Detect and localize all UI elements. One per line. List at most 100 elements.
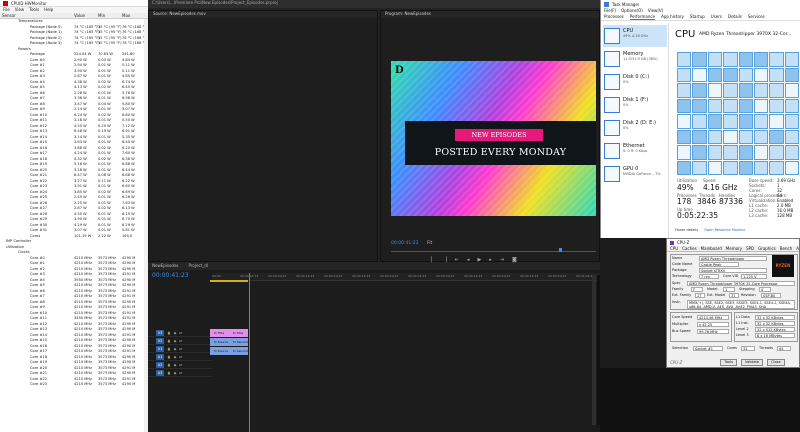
tm-resource-item[interactable]: Memory 11.5/31.9 GB (36%) xyxy=(603,48,667,70)
logical-processor-graph xyxy=(723,52,738,67)
program-playhead[interactable] xyxy=(559,248,562,252)
program-timecode[interactable]: 00:00:41:23 xyxy=(391,241,418,246)
mute-icon[interactable]: M xyxy=(179,363,182,367)
lock-icon[interactable]: 🔒 xyxy=(167,331,171,335)
tm-resource-item[interactable]: GPU 0 NVIDIA GeForce... 7% xyxy=(603,163,667,185)
lock-icon[interactable]: 🔒 xyxy=(167,347,171,351)
l1d-label: L1 Data xyxy=(736,315,750,319)
busspeed-field: 99.76 MHz xyxy=(697,329,729,334)
logical-processor-grid[interactable] xyxy=(677,52,799,175)
resource-monitor-link[interactable]: Open Resource Monitor xyxy=(704,228,745,238)
timeline-ruler[interactable]: 00:0000:00:04:2300:00:09:2300:00:14:2300… xyxy=(212,273,600,281)
timeline-timecode[interactable]: 00:00:41:23 xyxy=(152,272,189,279)
fewer-details-link[interactable]: Fewer details xyxy=(675,228,698,238)
tm-tab[interactable]: App history xyxy=(661,14,684,20)
l3c-label: Level 3 xyxy=(736,333,749,337)
cpuz-tab[interactable]: SPD xyxy=(746,246,754,251)
track-id[interactable]: A3 xyxy=(156,369,164,376)
tm-resource-item[interactable]: Ethernet S: 0 R: 0 Kbps xyxy=(603,140,667,162)
mute-icon[interactable]: M xyxy=(179,339,182,343)
cpuz-tab[interactable]: Caches xyxy=(682,246,697,251)
program-scrub-bar[interactable] xyxy=(391,251,596,252)
eye-icon[interactable]: ◉ xyxy=(174,363,177,367)
tm-resource-item[interactable]: CPU 49% 4.16 GHz xyxy=(603,25,667,47)
tm-tab[interactable]: Performance xyxy=(629,14,656,20)
track-id[interactable]: V1 xyxy=(156,345,164,352)
logical-processor-graph xyxy=(692,114,707,129)
track-header[interactable]: A2 🔒 ◉ M xyxy=(148,361,212,369)
tm-tab[interactable]: Services xyxy=(748,14,765,20)
eye-icon[interactable]: ◉ xyxy=(174,355,177,359)
track-header[interactable]: V1 🔒 ◉ M xyxy=(148,345,212,353)
col-min[interactable]: Min xyxy=(98,13,122,18)
lock-icon[interactable]: 🔒 xyxy=(167,363,171,367)
timeline-clip[interactable]: fx Second Title xyxy=(229,347,248,355)
cpuz-tab[interactable]: Memory xyxy=(726,246,742,251)
cpuz-titlebar[interactable]: CPU-Z xyxy=(667,239,799,246)
eye-icon[interactable]: ◉ xyxy=(174,371,177,375)
timeline-tab-0[interactable]: NewEpisodes xyxy=(152,263,179,270)
lock-icon[interactable]: 🔒 xyxy=(167,339,171,343)
cpuz-tab[interactable]: Graphics xyxy=(758,246,776,251)
tm-resource-item[interactable]: Disk 1 (F:) 0% xyxy=(603,94,667,116)
tm-titlebar[interactable]: Task Manager xyxy=(601,0,800,8)
timeline-clip[interactable]: fx Source Title xyxy=(210,347,229,355)
work-area-bar[interactable] xyxy=(210,280,248,282)
logical-processor-graph xyxy=(692,160,707,175)
mute-icon[interactable]: M xyxy=(179,347,182,351)
track-id[interactable]: A1 xyxy=(156,353,164,360)
selection-select[interactable]: Socket #1 xyxy=(693,346,723,351)
eye-icon[interactable]: ◉ xyxy=(174,339,177,343)
video-headline: POSTED EVERY MONDAY xyxy=(434,147,567,158)
track-header[interactable]: V3 🔒 ◉ M xyxy=(148,329,212,337)
track-id[interactable]: V2 xyxy=(156,337,164,344)
cpuz-tab[interactable]: Mainboard xyxy=(701,246,722,251)
cpuz-tab[interactable]: About xyxy=(796,246,799,251)
track-id[interactable]: A2 xyxy=(156,361,164,368)
eye-icon[interactable]: ◉ xyxy=(174,347,177,351)
timeline-clip[interactable]: fx Source Title xyxy=(210,338,229,346)
timeline-playhead[interactable] xyxy=(249,273,250,432)
timeline-clip[interactable]: fx Second Title xyxy=(229,338,248,346)
tm-tab[interactable]: Users xyxy=(711,14,722,20)
logical-processor-graph xyxy=(707,98,723,113)
validate-button[interactable]: Validate xyxy=(740,358,764,366)
timeline-tab-1[interactable]: Project_dl xyxy=(189,263,208,270)
tools-button[interactable]: Tools xyxy=(720,358,737,366)
zoom-fit-select[interactable]: Fit xyxy=(427,241,432,246)
tm-resource-item[interactable]: Disk 0 (C:) 0% xyxy=(603,71,667,93)
logical-processor-graph xyxy=(692,83,707,98)
cpuz-tab[interactable]: CPU xyxy=(670,246,678,251)
cpuz-tab[interactable]: Bench xyxy=(780,246,792,251)
track-id[interactable]: V3 xyxy=(156,329,164,336)
mute-icon[interactable]: M xyxy=(179,355,182,359)
tm-tab[interactable]: Processes xyxy=(604,14,624,20)
logical-processor-graph xyxy=(753,83,769,98)
col-max[interactable]: Max xyxy=(122,13,146,18)
timeline-clip[interactable]: fx Title xyxy=(229,329,248,337)
track-header[interactable]: V2 🔒 ◉ M xyxy=(148,337,212,345)
lock-icon[interactable]: 🔒 xyxy=(167,355,171,359)
lock-icon[interactable]: 🔒 xyxy=(167,371,171,375)
logical-processor-graph xyxy=(677,83,692,98)
mute-icon[interactable]: M xyxy=(179,331,182,335)
track-header[interactable]: A1 🔒 ◉ M xyxy=(148,353,212,361)
eye-icon[interactable]: ◉ xyxy=(174,331,177,335)
tm-resource-item[interactable]: Disk 2 (D: E:) 0% xyxy=(603,117,667,139)
mute-icon[interactable]: M xyxy=(179,371,182,375)
col-value[interactable]: Value xyxy=(74,13,98,18)
tm-tab[interactable]: Details xyxy=(728,14,742,20)
col-sensor[interactable]: Sensor xyxy=(0,13,74,18)
logical-processor-graph xyxy=(707,145,723,160)
resource-graph-thumbnail xyxy=(604,166,620,182)
timeline-clip[interactable]: fx Title xyxy=(210,329,229,337)
sensor-row[interactable]: Core #23 4210 MHz 3573 MHz 4290 M xyxy=(0,382,148,388)
source-tab[interactable]: Source: NewEpisodes.mov xyxy=(149,11,377,18)
track-header[interactable]: A3 🔒 ◉ M xyxy=(148,369,212,377)
timeline-scrollbar[interactable] xyxy=(592,275,596,425)
tm-tab[interactable]: Startup xyxy=(690,14,705,20)
hwmonitor-titlebar[interactable]: CPUID HWMonitor xyxy=(0,0,148,7)
corespeed-label: Core Speed xyxy=(672,315,693,319)
program-tab[interactable]: Program: NewEpisodes xyxy=(381,11,599,18)
close-button[interactable]: Close xyxy=(767,358,785,366)
